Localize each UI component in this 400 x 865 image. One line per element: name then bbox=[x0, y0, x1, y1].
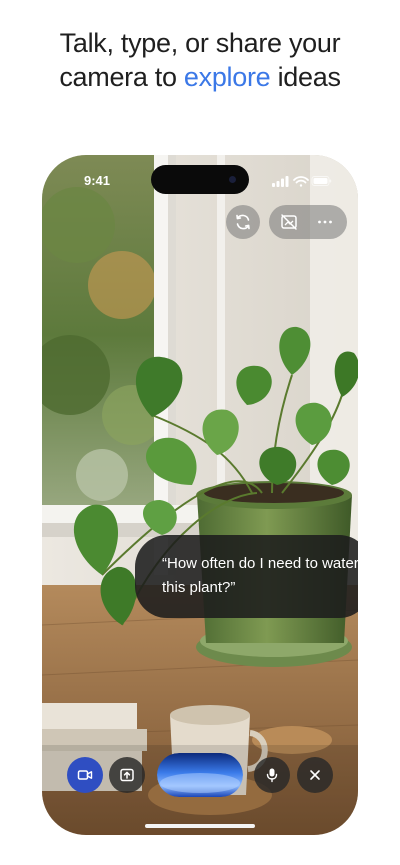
close-button[interactable] bbox=[297, 757, 333, 793]
battery-icon bbox=[311, 176, 332, 186]
mic-button[interactable] bbox=[254, 757, 290, 793]
screen-share-off-button[interactable] bbox=[279, 212, 299, 232]
home-indicator[interactable] bbox=[145, 824, 255, 828]
top-controls-pill bbox=[269, 205, 347, 239]
prompt-bubble: “How often do I need to water this plant… bbox=[135, 535, 358, 618]
more-icon bbox=[318, 220, 332, 224]
camera-view[interactable] bbox=[42, 155, 358, 835]
prompt-text: “How often do I need to water this plant… bbox=[162, 555, 358, 596]
screen-share-off-icon bbox=[281, 214, 297, 230]
more-button[interactable] bbox=[315, 212, 335, 232]
status-icons bbox=[272, 176, 332, 187]
headline-part-1: camera to bbox=[59, 62, 184, 92]
headline-line-2: camera to explore ideas bbox=[0, 60, 400, 94]
cellular-signal-icon bbox=[272, 176, 289, 187]
status-time: 9:41 bbox=[84, 173, 111, 188]
wifi-icon bbox=[293, 176, 309, 187]
gemini-live-orb[interactable] bbox=[157, 753, 243, 797]
video-button[interactable] bbox=[67, 757, 103, 793]
headline-accent-word: explore bbox=[183, 62, 271, 92]
headline: Talk, type, or share your camera to expl… bbox=[0, 26, 400, 94]
close-icon bbox=[310, 770, 320, 780]
video-icon bbox=[77, 770, 93, 780]
front-camera bbox=[229, 176, 236, 183]
phone-screen: 9:41 “How often do I need to water this … bbox=[42, 155, 358, 835]
headline-part-2: ideas bbox=[270, 62, 341, 92]
mic-icon bbox=[266, 768, 278, 783]
gemini-wave bbox=[157, 753, 243, 797]
dynamic-island bbox=[151, 165, 249, 194]
switch-camera-button[interactable] bbox=[226, 205, 260, 239]
headline-line-1: Talk, type, or share your bbox=[59, 28, 341, 58]
share-screen-icon bbox=[120, 768, 134, 782]
switch-camera-icon bbox=[236, 214, 250, 230]
share-screen-button[interactable] bbox=[109, 757, 145, 793]
